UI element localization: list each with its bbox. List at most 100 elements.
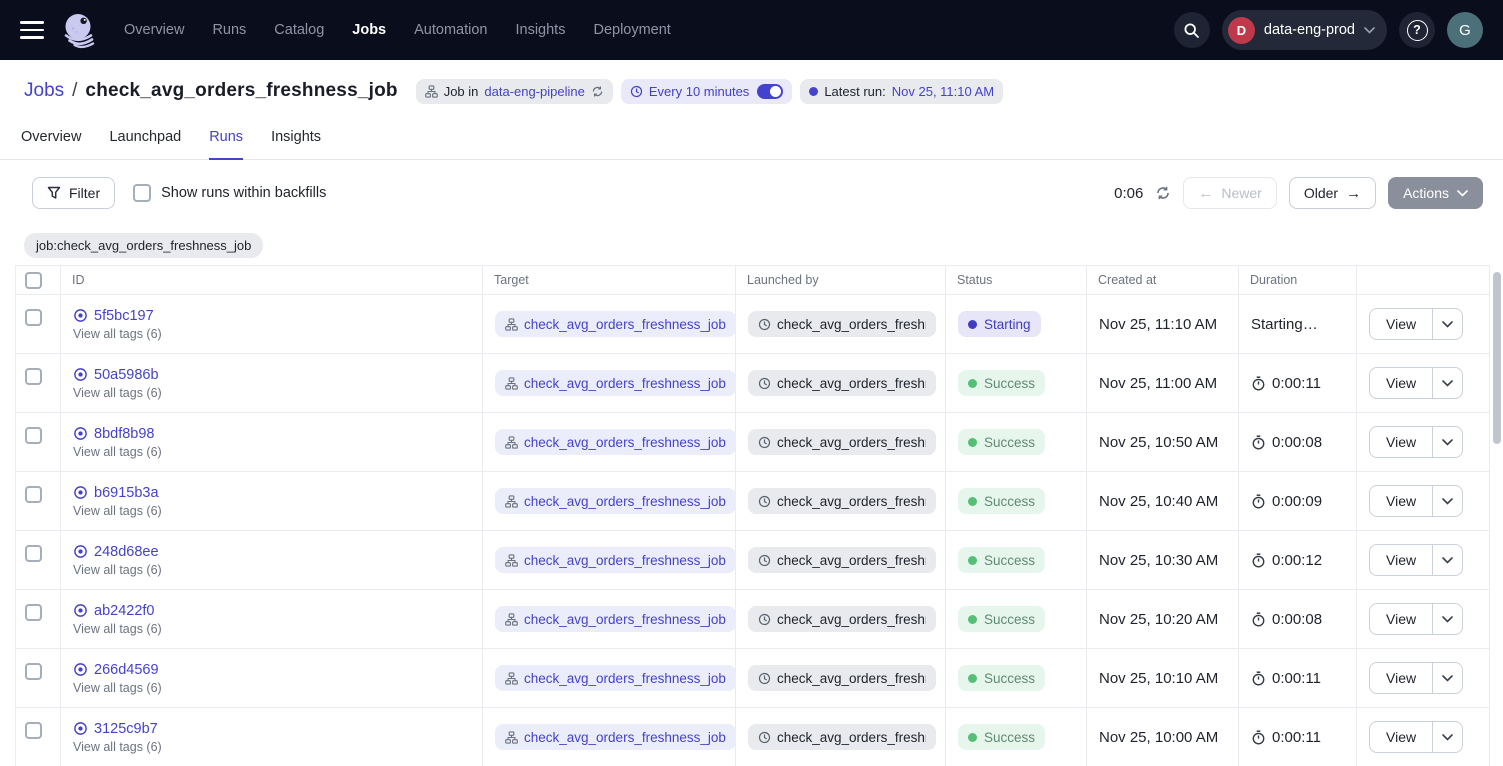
breadcrumb-jobs-link[interactable]: Jobs (24, 80, 64, 102)
search-button[interactable] (1174, 12, 1210, 48)
menu-icon[interactable] (20, 21, 44, 39)
tab-overview[interactable]: Overview (21, 129, 81, 160)
view-all-tags-link[interactable]: View all tags (6) (73, 563, 482, 577)
schedule-toggle[interactable] (757, 84, 783, 99)
runs-table-body: 5f5bc197 View all tags (6) check_avg_ord… (16, 295, 1489, 766)
backfills-checkbox[interactable] (133, 184, 151, 202)
run-id-link[interactable]: 50a5986b (94, 367, 159, 383)
older-button[interactable]: Older → (1289, 177, 1376, 209)
clock-icon (758, 554, 771, 567)
view-all-tags-link[interactable]: View all tags (6) (73, 681, 482, 695)
target-chip[interactable]: check_avg_orders_freshness_job (495, 429, 736, 455)
nav-item-jobs[interactable]: Jobs (352, 22, 386, 38)
target-chip[interactable]: check_avg_orders_freshness_job (495, 370, 736, 396)
view-button[interactable]: View (1370, 722, 1432, 752)
run-id-link[interactable]: 8bdf8b98 (94, 426, 154, 442)
row-checkbox[interactable] (25, 486, 42, 503)
view-all-tags-link[interactable]: View all tags (6) (73, 445, 482, 459)
row-checkbox[interactable] (25, 545, 42, 562)
view-button[interactable]: View (1370, 663, 1432, 693)
latest-run-link[interactable]: Nov 25, 11:10 AM (892, 84, 994, 99)
view-dropdown-caret[interactable] (1432, 545, 1462, 575)
launched-by-chip[interactable]: check_avg_orders_freshn… (748, 724, 936, 750)
view-dropdown-caret[interactable] (1432, 368, 1462, 398)
status-label: Success (984, 376, 1035, 391)
view-button[interactable]: View (1370, 427, 1432, 457)
row-checkbox[interactable] (25, 427, 42, 444)
launched-by-label: check_avg_orders_freshn… (777, 435, 926, 450)
newer-button[interactable]: ← Newer (1183, 177, 1276, 209)
tab-runs[interactable]: Runs (209, 129, 243, 160)
view-all-tags-link[interactable]: View all tags (6) (73, 327, 482, 341)
launched-by-label: check_avg_orders_freshn… (777, 494, 926, 509)
run-id-link[interactable]: b6915b3a (94, 485, 159, 501)
hierarchy-icon (505, 554, 518, 567)
view-all-tags-link[interactable]: View all tags (6) (73, 740, 482, 754)
help-button[interactable]: ? (1399, 12, 1435, 48)
nav-item-insights[interactable]: Insights (515, 22, 565, 38)
dagster-logo-icon[interactable] (60, 11, 98, 49)
arrow-left-icon: ← (1198, 186, 1213, 201)
launched-by-chip[interactable]: check_avg_orders_freshn… (748, 547, 936, 573)
view-dropdown-caret[interactable] (1432, 663, 1462, 693)
view-button[interactable]: View (1370, 545, 1432, 575)
row-checkbox[interactable] (25, 604, 42, 621)
view-all-tags-link[interactable]: View all tags (6) (73, 622, 482, 636)
target-chip[interactable]: check_avg_orders_freshness_job (495, 547, 736, 573)
view-dropdown-caret[interactable] (1432, 427, 1462, 457)
view-all-tags-link[interactable]: View all tags (6) (73, 504, 482, 518)
job-filter-tag[interactable]: job:check_avg_orders_freshness_job (24, 233, 263, 258)
view-button[interactable]: View (1370, 368, 1432, 398)
run-id-link[interactable]: 5f5bc197 (94, 308, 154, 324)
filter-button[interactable]: Filter (32, 177, 115, 209)
table-row: 50a5986b View all tags (6) check_avg_ord… (16, 354, 1489, 413)
view-button[interactable]: View (1370, 604, 1432, 634)
row-checkbox[interactable] (25, 309, 42, 326)
target-chip[interactable]: check_avg_orders_freshness_job (495, 665, 736, 691)
view-dropdown-caret[interactable] (1432, 486, 1462, 516)
actions-button[interactable]: Actions (1388, 177, 1483, 209)
row-checkbox[interactable] (25, 722, 42, 739)
nav-item-automation[interactable]: Automation (414, 22, 487, 38)
select-all-checkbox[interactable] (25, 272, 42, 289)
nav-item-catalog[interactable]: Catalog (274, 22, 324, 38)
status-badge: Success (958, 606, 1045, 632)
tab-insights[interactable]: Insights (271, 129, 321, 160)
run-id-link[interactable]: 248d68ee (94, 544, 159, 560)
launched-by-chip[interactable]: check_avg_orders_freshn… (748, 429, 936, 455)
status-label: Success (984, 671, 1035, 686)
view-button[interactable]: View (1370, 486, 1432, 516)
nav-item-runs[interactable]: Runs (212, 22, 246, 38)
page-header: Jobs / check_avg_orders_freshness_job Jo… (0, 60, 1503, 108)
run-id-link[interactable]: 3125c9b7 (94, 721, 158, 737)
launched-by-chip[interactable]: check_avg_orders_freshn… (748, 488, 936, 514)
view-all-tags-link[interactable]: View all tags (6) (73, 386, 482, 400)
launched-by-chip[interactable]: check_avg_orders_freshn… (748, 370, 936, 396)
view-dropdown-caret[interactable] (1432, 722, 1462, 752)
refresh-icon[interactable] (1155, 185, 1171, 201)
tab-launchpad[interactable]: Launchpad (109, 129, 181, 160)
nav-item-deployment[interactable]: Deployment (593, 22, 670, 38)
row-checkbox[interactable] (25, 368, 42, 385)
target-chip[interactable]: check_avg_orders_freshness_job (495, 311, 736, 337)
view-dropdown-caret[interactable] (1432, 604, 1462, 634)
user-avatar[interactable]: G (1447, 12, 1483, 48)
view-split-button: View (1369, 603, 1463, 635)
nav-item-overview[interactable]: Overview (124, 22, 184, 38)
row-checkbox[interactable] (25, 663, 42, 680)
run-id-link[interactable]: 266d4569 (94, 662, 159, 678)
target-chip[interactable]: check_avg_orders_freshness_job (495, 724, 736, 750)
run-id-link[interactable]: ab2422f0 (94, 603, 154, 619)
org-switcher[interactable]: D data-eng-prod (1222, 10, 1387, 50)
pipeline-link[interactable]: data-eng-pipeline (484, 84, 584, 99)
table-scrollbar-thumb[interactable] (1493, 272, 1501, 444)
target-chip[interactable]: check_avg_orders_freshness_job (495, 488, 736, 514)
run-status-target-icon (73, 544, 88, 559)
launched-by-chip[interactable]: check_avg_orders_freshn… (748, 606, 936, 632)
hierarchy-icon (505, 436, 518, 449)
launched-by-chip[interactable]: check_avg_orders_freshn… (748, 311, 936, 337)
view-dropdown-caret[interactable] (1432, 309, 1462, 339)
view-button[interactable]: View (1370, 309, 1432, 339)
launched-by-chip[interactable]: check_avg_orders_freshn… (748, 665, 936, 691)
target-chip[interactable]: check_avg_orders_freshness_job (495, 606, 736, 632)
